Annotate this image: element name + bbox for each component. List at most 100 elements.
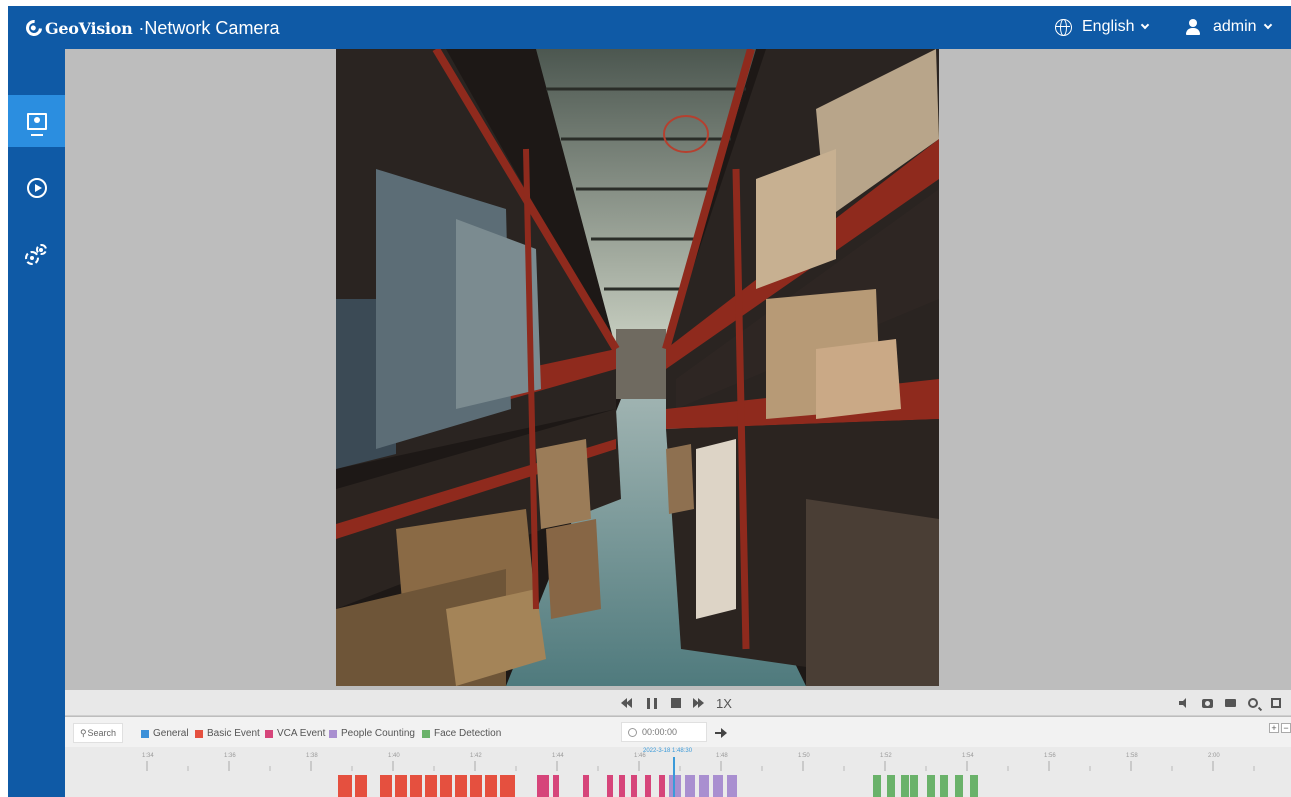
- timeline-event-segment[interactable]: [470, 775, 482, 797]
- warehouse-video-frame: [336, 49, 939, 686]
- timeline-event-segment[interactable]: [619, 775, 625, 797]
- timeline-event-segment[interactable]: [887, 775, 895, 797]
- sidebar-item-settings[interactable]: [8, 229, 65, 281]
- geovision-logo-icon: [22, 16, 46, 40]
- timeline-event-segment[interactable]: [685, 775, 695, 797]
- search-button[interactable]: ⚲ Search: [73, 723, 123, 743]
- legend-label: Basic Event: [207, 728, 260, 739]
- language-selector[interactable]: English: [1055, 18, 1150, 36]
- clock-icon: [628, 727, 637, 737]
- timeline-event-segment[interactable]: [583, 775, 589, 797]
- logo: GeoVision ·Network Camera: [22, 16, 280, 40]
- timeline-zoom-out-button[interactable]: −: [1281, 723, 1291, 733]
- legend-label: General: [153, 728, 189, 739]
- gears-icon: [24, 243, 49, 267]
- timeline-event-segment[interactable]: [910, 775, 918, 797]
- legend-label: Face Detection: [434, 728, 502, 739]
- legend-label: VCA Event: [277, 728, 326, 739]
- brand-name: GeoVision: [45, 18, 133, 38]
- snapshot-button[interactable]: [1200, 696, 1214, 710]
- timeline-event-segment[interactable]: [659, 775, 665, 797]
- legend-item[interactable]: People Counting: [329, 728, 415, 739]
- record-button[interactable]: [1223, 696, 1237, 710]
- search-label: Search: [87, 728, 117, 738]
- legend-item[interactable]: Face Detection: [422, 728, 501, 739]
- time-input[interactable]: 00:00:00: [621, 722, 707, 742]
- timeline-event-segment[interactable]: [727, 775, 737, 797]
- legend-label: People Counting: [341, 728, 415, 739]
- playback-speed[interactable]: 1X: [714, 696, 734, 711]
- search-icon: ⚲: [79, 727, 87, 738]
- timeline-event-segment[interactable]: [440, 775, 452, 797]
- video-area: [65, 49, 1291, 690]
- sidebar: [8, 49, 65, 797]
- timeline-event-segment[interactable]: [970, 775, 978, 797]
- timeline-event-segment[interactable]: [553, 775, 559, 797]
- timeline-graph: [146, 757, 1255, 797]
- top-bar: GeoVision ·Network Camera English admin: [8, 6, 1291, 49]
- user-icon: [1185, 19, 1201, 35]
- legend-item[interactable]: VCA Event: [265, 728, 325, 739]
- product-name: ·Network Camera: [138, 17, 280, 38]
- zoom-button[interactable]: [1246, 696, 1260, 710]
- zoom-icon: [1248, 698, 1258, 708]
- language-label: English: [1082, 18, 1135, 35]
- pause-icon: [647, 697, 657, 709]
- camera-video-feed[interactable]: [336, 49, 939, 686]
- legend-swatch: [265, 729, 273, 738]
- globe-icon: [1055, 18, 1072, 36]
- camera-icon: [1201, 698, 1213, 708]
- legend-swatch: [329, 729, 337, 738]
- timeline-event-segment[interactable]: [927, 775, 935, 797]
- timeline-event-segment[interactable]: [607, 775, 613, 797]
- timeline-ruler[interactable]: 2022-3-18 1:48:30 1:34 1:36 1:38 1:40 1:42 1:…: [65, 747, 1291, 797]
- timeline-toolbar: ⚲ Search General Basic Event VCA Event Peop…: [65, 717, 1291, 747]
- timeline-event-segment[interactable]: [940, 775, 948, 797]
- timeline-event-segment[interactable]: [955, 775, 963, 797]
- stop-icon: [671, 698, 681, 708]
- timeline-event-segment[interactable]: [713, 775, 723, 797]
- timeline-event-segment[interactable]: [355, 775, 367, 797]
- fullscreen-icon: [1271, 698, 1281, 708]
- go-to-time-button[interactable]: [715, 728, 727, 738]
- timeline-zoom-in-button[interactable]: +: [1269, 723, 1279, 733]
- legend-swatch: [422, 729, 430, 738]
- rewind-icon: [621, 698, 633, 708]
- stop-button[interactable]: [669, 696, 683, 710]
- playback-controls: 1X: [65, 690, 1291, 716]
- sidebar-item-live-view[interactable]: [8, 95, 65, 147]
- play-circle-icon: [26, 178, 47, 198]
- timeline-event-segment[interactable]: [537, 775, 549, 797]
- monitor-icon: [26, 112, 47, 136]
- time-input-value: 00:00:00: [642, 727, 678, 737]
- timeline-event-segment[interactable]: [873, 775, 881, 797]
- chevron-down-icon: [1141, 20, 1150, 30]
- fullscreen-button[interactable]: [1269, 696, 1283, 710]
- timeline-event-segment[interactable]: [901, 775, 909, 797]
- app-frame: GeoVision ·Network Camera English admin: [8, 6, 1291, 797]
- video-record-icon: [1224, 699, 1236, 707]
- pause-button[interactable]: [645, 696, 659, 710]
- timeline-event-segment[interactable]: [380, 775, 392, 797]
- timeline-event-segment[interactable]: [631, 775, 637, 797]
- timeline-event-segment[interactable]: [395, 775, 407, 797]
- speaker-icon: [1178, 698, 1190, 708]
- timeline-event-segment[interactable]: [500, 775, 515, 797]
- timeline-event-segment[interactable]: [645, 775, 651, 797]
- user-menu[interactable]: admin: [1185, 18, 1272, 36]
- timeline-event-segment[interactable]: [425, 775, 437, 797]
- timeline-event-segment[interactable]: [455, 775, 467, 797]
- timeline-event-segment[interactable]: [338, 775, 352, 797]
- chevron-down-icon: [1263, 20, 1272, 30]
- legend-swatch: [141, 729, 149, 738]
- timeline-event-segment[interactable]: [699, 775, 709, 797]
- timeline-event-segment[interactable]: [485, 775, 497, 797]
- sidebar-item-playback[interactable]: [8, 162, 65, 214]
- fast-forward-button[interactable]: [692, 696, 706, 710]
- legend-item[interactable]: Basic Event: [195, 728, 260, 739]
- rewind-button[interactable]: [620, 696, 634, 710]
- timeline-event-segment[interactable]: [410, 775, 422, 797]
- legend-item[interactable]: General: [141, 728, 189, 739]
- fast-forward-icon: [693, 698, 705, 708]
- audio-button[interactable]: [1177, 696, 1191, 710]
